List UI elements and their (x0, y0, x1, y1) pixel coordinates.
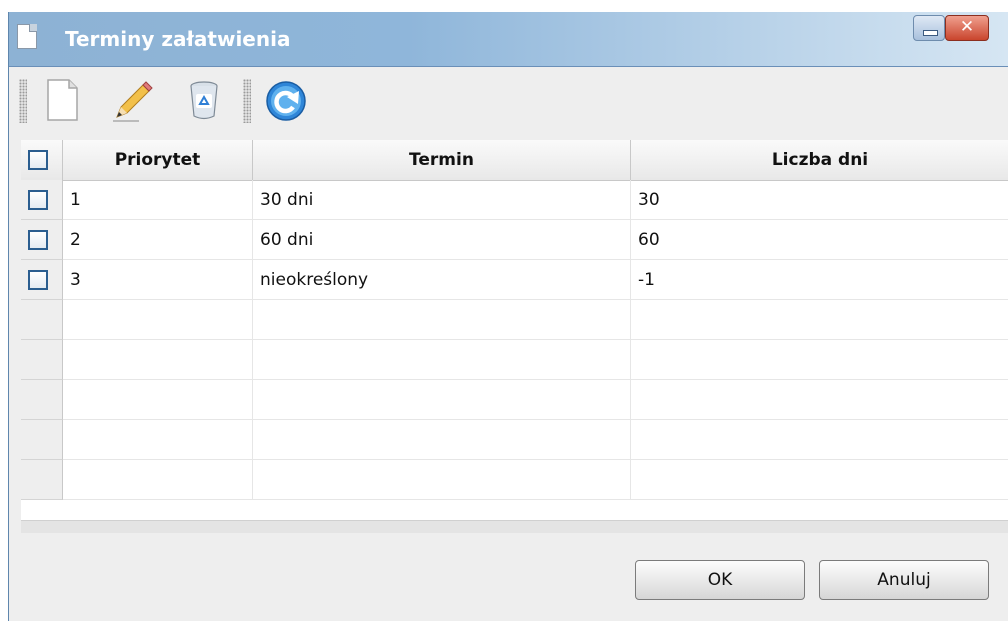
cell-liczba-dni[interactable]: 30 (631, 180, 1008, 220)
toolbar-grip[interactable] (19, 79, 27, 123)
empty-table-row (21, 420, 1008, 460)
column-header-priorytet[interactable]: Priorytet (63, 140, 253, 180)
column-header-liczba-dni[interactable]: Liczba dni (631, 140, 1008, 180)
new-document-icon (47, 79, 78, 121)
ok-button[interactable]: OK (635, 560, 805, 600)
empty-cell (631, 420, 1008, 460)
recycle-bin-icon (190, 81, 218, 120)
cell-termin[interactable]: 60 dni (253, 220, 631, 260)
cell-priorytet[interactable]: 3 (63, 260, 253, 300)
row-select-cell (21, 180, 63, 220)
empty-cell (631, 380, 1008, 420)
empty-cell (253, 300, 631, 340)
row-checkbox[interactable] (28, 230, 48, 250)
empty-cell (63, 460, 253, 500)
row-checkbox[interactable] (28, 190, 48, 210)
table-header: Priorytet Termin Liczba dni (21, 140, 1008, 181)
row-select-cell (21, 460, 63, 500)
refresh-button[interactable] (263, 77, 309, 123)
row-select-cell (21, 380, 63, 420)
empty-table-row (21, 460, 1008, 500)
cell-termin[interactable]: 30 dni (253, 180, 631, 220)
new-button[interactable] (39, 77, 85, 123)
empty-cell (631, 460, 1008, 500)
row-checkbox[interactable] (28, 270, 48, 290)
row-select-cell (21, 340, 63, 380)
window-title: Terminy załatwienia (65, 27, 291, 51)
row-select-cell (21, 300, 63, 340)
edit-button[interactable] (109, 77, 155, 123)
empty-table-row (21, 300, 1008, 340)
empty-cell (63, 420, 253, 460)
table-scroll-strip (21, 520, 1008, 533)
select-all-checkbox[interactable] (28, 150, 48, 170)
cell-liczba-dni[interactable]: 60 (631, 220, 1008, 260)
empty-cell (631, 300, 1008, 340)
minimize-button[interactable] (913, 15, 945, 41)
empty-table-row (21, 380, 1008, 420)
close-button[interactable]: ✕ (945, 15, 989, 41)
empty-cell (63, 340, 253, 380)
empty-cell (631, 340, 1008, 380)
cancel-button[interactable]: Anuluj (819, 560, 989, 600)
empty-cell (253, 340, 631, 380)
close-icon: ✕ (959, 17, 975, 37)
empty-cell (253, 420, 631, 460)
window-document-icon (17, 24, 37, 49)
row-select-cell (21, 420, 63, 460)
empty-cell (63, 380, 253, 420)
refresh-icon (266, 81, 306, 121)
table-row[interactable]: 3 nieokreślony -1 (21, 260, 1008, 300)
empty-table-row (21, 340, 1008, 380)
dialog-window: Terminy załatwienia ✕ Priorytet Termin L… (8, 12, 1008, 621)
toolbar-grip[interactable] (243, 79, 251, 123)
delete-button[interactable] (181, 77, 227, 123)
edit-pencil-icon (113, 81, 153, 122)
minimize-icon (923, 30, 938, 36)
toolbar (9, 67, 1008, 131)
cell-liczba-dni[interactable]: -1 (631, 260, 1008, 300)
column-header-termin[interactable]: Termin (253, 140, 631, 180)
cell-priorytet[interactable]: 2 (63, 220, 253, 260)
select-all-cell (21, 140, 63, 180)
empty-cell (253, 460, 631, 500)
table-row[interactable]: 1 30 dni 30 (21, 180, 1008, 220)
empty-cell (253, 380, 631, 420)
terms-table: Priorytet Termin Liczba dni 1 30 dni 30 … (21, 140, 1008, 520)
empty-cell (63, 300, 253, 340)
title-bar[interactable]: Terminy załatwienia ✕ (9, 12, 1008, 67)
cell-termin[interactable]: nieokreślony (253, 260, 631, 300)
table-row[interactable]: 2 60 dni 60 (21, 220, 1008, 260)
cell-priorytet[interactable]: 1 (63, 180, 253, 220)
row-select-cell (21, 220, 63, 260)
row-select-cell (21, 260, 63, 300)
